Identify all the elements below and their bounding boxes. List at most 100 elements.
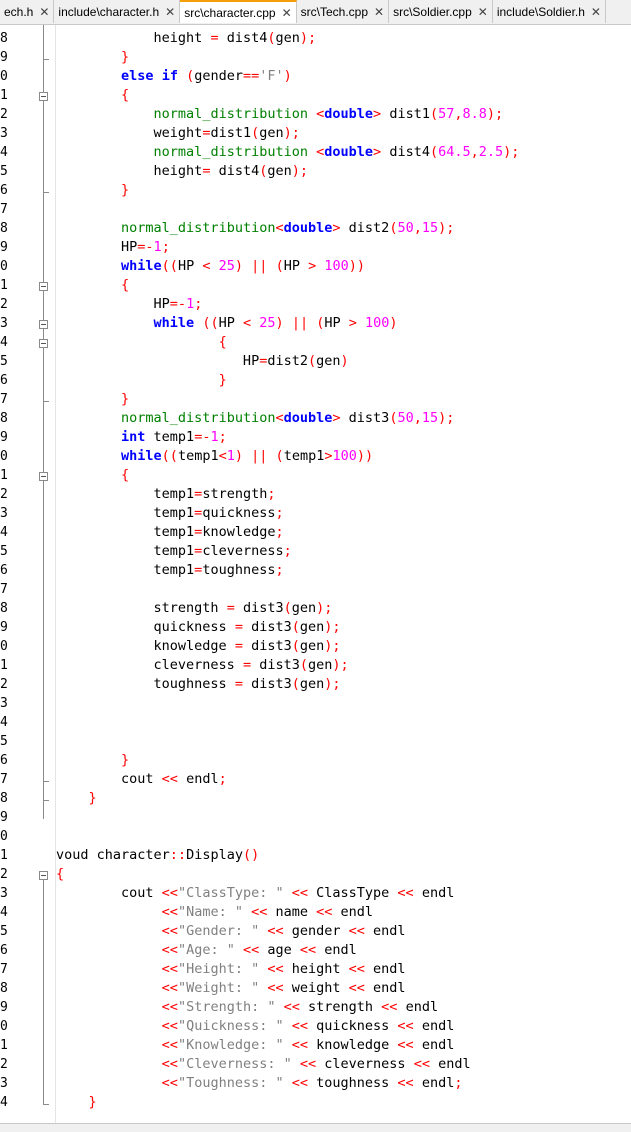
code-token: "Knowledge: "	[177, 1037, 284, 1053]
code-token: HP	[177, 258, 203, 274]
close-icon[interactable]: ✕	[478, 5, 488, 19]
code-token: endl	[397, 999, 439, 1015]
line-number: 8	[0, 31, 8, 46]
code-token: (	[275, 448, 284, 464]
code-token: dist3	[242, 619, 292, 635]
line-number: 2	[0, 1057, 8, 1072]
code-token: dist4	[210, 163, 260, 179]
tab-src-soldier-cpp[interactable]: src\Soldier.cpp ✕	[389, 0, 493, 23]
line-number: 4	[0, 1095, 8, 1110]
code-token: "Cleverness: "	[177, 1056, 292, 1072]
tab-include-soldier-h[interactable]: include\Soldier.h ✕	[493, 0, 606, 23]
fold-collapse-icon[interactable]	[39, 339, 48, 348]
code-line: temp1=strength;	[56, 485, 276, 504]
line-number: 4	[0, 715, 8, 730]
tab-src-tech-cpp[interactable]: src\Tech.cpp ✕	[297, 0, 390, 23]
code-line: <<"Gender: " << gender << endl	[56, 922, 406, 941]
code-token: (	[429, 144, 439, 160]
code-token: temp1	[56, 562, 195, 578]
code-token: }	[121, 391, 130, 407]
code-token: ,	[413, 220, 422, 236]
code-token: voud character	[56, 847, 170, 863]
code-token: while	[121, 448, 162, 464]
line-number: 9	[0, 240, 8, 255]
line-number-gutter: 8 9 0 1 2 3 4 5 6 7 8 9 0 1 2 3 4 5 6 7 8 9 0 1 2 3 4 5 6 7 8 9 0 1 2 3 4 5 6 7…	[0, 25, 56, 1123]
code-line: HP=dist2(gen)	[56, 352, 349, 371]
code-token: temp1	[56, 543, 195, 559]
line-number: 6	[0, 943, 8, 958]
line-number: 3	[0, 316, 8, 331]
code-token: age	[259, 942, 300, 958]
code-line: while((HP < 25) || (HP > 100))	[56, 257, 365, 276]
code-token: <<	[397, 1075, 414, 1091]
code-line: {	[56, 276, 129, 295]
code-token: cout	[56, 771, 162, 787]
fold-collapse-icon[interactable]	[39, 282, 48, 291]
code-token: );	[316, 600, 333, 616]
code-token: ||	[291, 315, 309, 331]
code-token: ::	[169, 847, 187, 863]
code-token: =	[234, 676, 243, 692]
code-token: );	[324, 676, 341, 692]
code-token: )	[234, 258, 244, 274]
code-token: ,	[454, 106, 463, 122]
code-token: ;	[161, 239, 170, 255]
code-editor[interactable]: height = dist4(gen); } else if (gender==…	[56, 25, 631, 1123]
code-token: 64.5	[438, 144, 471, 160]
close-icon[interactable]: ✕	[282, 6, 292, 20]
code-token: dist2	[340, 220, 390, 236]
close-icon[interactable]: ✕	[39, 5, 49, 19]
tab-label: src\character.cpp	[184, 5, 276, 20]
code-token: {	[121, 277, 130, 293]
code-line: while ((HP < 25) || (HP > 100)	[56, 314, 398, 333]
code-token: quickness	[308, 1018, 398, 1034]
code-token: );	[324, 619, 341, 635]
code-token: toughness	[202, 562, 276, 578]
line-number: 2	[0, 487, 8, 502]
code-line: normal_distribution<double> dist3(50,15)…	[56, 409, 454, 428]
tab-include-character-h[interactable]: include\character.h ✕	[54, 0, 181, 23]
fold-collapse-icon[interactable]	[39, 92, 48, 101]
code-token: }	[121, 182, 130, 198]
code-token: (	[299, 657, 308, 673]
line-number: 7	[0, 392, 8, 407]
code-token: <<	[291, 1037, 309, 1053]
code-token: endl	[316, 942, 357, 958]
code-token: endl	[413, 1075, 455, 1091]
code-token: )	[340, 353, 349, 369]
code-token: cout	[56, 885, 162, 901]
code-line: else if (gender=='F')	[56, 67, 292, 86]
tab-tech-h[interactable]: ech.h ✕	[0, 0, 55, 23]
code-token: (	[283, 600, 292, 616]
fold-collapse-icon[interactable]	[39, 472, 48, 481]
line-number: 6	[0, 183, 8, 198]
code-token: <<	[161, 1056, 178, 1072]
close-icon[interactable]: ✕	[165, 5, 175, 19]
code-token: <<	[299, 1056, 317, 1072]
code-token: temp1	[56, 524, 195, 540]
tab-src-character-cpp[interactable]: src\character.cpp ✕	[180, 0, 297, 23]
code-token: endl	[364, 980, 406, 996]
code-token: double	[283, 410, 333, 426]
code-line: <<"Weight: " << weight << endl	[56, 979, 406, 998]
code-token: while	[153, 315, 195, 331]
close-icon[interactable]: ✕	[374, 5, 384, 19]
fold-end-marker	[43, 192, 49, 193]
code-token: 1	[186, 296, 195, 312]
close-icon[interactable]: ✕	[591, 5, 601, 19]
fold-collapse-icon[interactable]	[39, 320, 48, 329]
line-number: 8	[0, 221, 8, 236]
fold-collapse-icon[interactable]	[39, 871, 48, 880]
